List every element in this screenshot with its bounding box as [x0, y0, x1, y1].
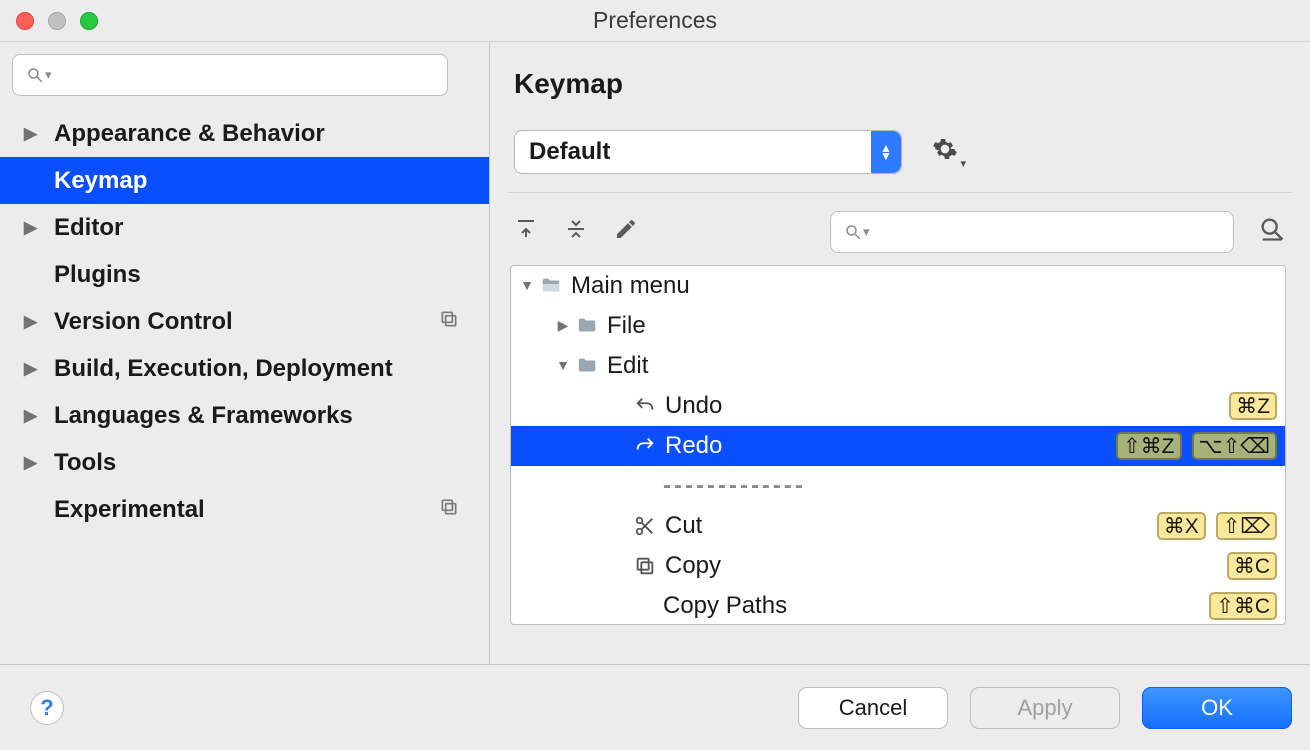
- page-title: Keymap: [514, 68, 1292, 100]
- copy-icon: [439, 308, 459, 336]
- tree-label: File: [607, 312, 646, 340]
- window-title: Preferences: [0, 7, 1310, 34]
- action-search-input[interactable]: [870, 219, 1223, 245]
- sidebar-item-build-execution-deployment[interactable]: ▶ Build, Execution, Deployment: [0, 345, 489, 392]
- sidebar-item-label: Tools: [54, 449, 116, 477]
- tree-row-redo[interactable]: Redo ⇧⌘Z ⌥⇧⌫: [511, 426, 1285, 466]
- tree-row-file[interactable]: File: [511, 306, 1285, 346]
- sidebar-item-tools[interactable]: ▶ Tools: [0, 439, 489, 486]
- scheme-actions-button[interactable]: ▾: [932, 136, 958, 168]
- copy-icon: [439, 496, 459, 524]
- search-icon: [841, 220, 865, 244]
- sidebar-item-label: Plugins: [54, 261, 141, 289]
- tree-label: Undo: [665, 392, 722, 420]
- sidebar-item-keymap[interactable]: ▶ Keymap: [0, 157, 489, 204]
- keymap-scheme-select[interactable]: Default ▲▼: [514, 130, 902, 174]
- cancel-button[interactable]: Cancel: [798, 687, 948, 729]
- copy-icon: [631, 555, 659, 577]
- undo-icon: [631, 395, 659, 417]
- minimize-window-button[interactable]: [48, 12, 66, 30]
- sidebar-item-label: Appearance & Behavior: [54, 120, 325, 148]
- keymap-tree[interactable]: Main menu File Edit: [510, 265, 1286, 625]
- ok-button[interactable]: OK: [1142, 687, 1292, 729]
- scissors-icon: [631, 515, 659, 537]
- pencil-icon: [614, 217, 638, 241]
- sidebar-search-input[interactable]: [52, 62, 437, 88]
- edit-shortcut-button[interactable]: [614, 217, 638, 247]
- select-arrows-icon: ▲▼: [871, 131, 901, 173]
- sidebar-item-plugins[interactable]: ▶ Plugins: [0, 251, 489, 298]
- chevron-right-icon: ▶: [24, 218, 42, 238]
- expand-all-icon: [514, 217, 538, 241]
- button-label: Apply: [1017, 695, 1072, 721]
- tree-row-edit[interactable]: Edit: [511, 346, 1285, 386]
- shortcut-badge: ⇧⌘C: [1209, 592, 1277, 620]
- shortcut-badge: ⇧⌘Z: [1116, 432, 1181, 460]
- apply-button[interactable]: Apply: [970, 687, 1120, 729]
- chevron-right-icon: ▶: [24, 359, 42, 379]
- close-window-button[interactable]: [16, 12, 34, 30]
- button-label: Cancel: [839, 695, 907, 721]
- tree-label: Copy Paths: [663, 592, 787, 620]
- dialog-footer: ? Cancel Apply OK: [0, 664, 1310, 750]
- chevron-down-icon: [517, 277, 537, 295]
- tree-row-copy[interactable]: Copy ⌘C: [511, 546, 1285, 586]
- sidebar-item-experimental[interactable]: ▶ Experimental: [0, 486, 489, 533]
- chevron-right-icon: ▶: [24, 124, 42, 144]
- action-search[interactable]: ▾: [830, 211, 1234, 253]
- redo-icon: [631, 435, 659, 457]
- chevron-right-icon: ▶: [24, 453, 42, 473]
- keymap-scheme-value: Default: [529, 138, 610, 166]
- help-button[interactable]: ?: [30, 691, 64, 725]
- tree-label: Redo: [665, 432, 722, 460]
- sidebar-item-label: Version Control: [54, 308, 233, 336]
- sidebar-item-label: Editor: [54, 214, 123, 242]
- tree-label: Copy: [665, 552, 721, 580]
- tree-row-cut[interactable]: Cut ⌘X ⇧⌦: [511, 506, 1285, 546]
- sidebar-item-label: Languages & Frameworks: [54, 402, 353, 430]
- folder-icon: [573, 315, 601, 337]
- tree-row-copy-paths[interactable]: Copy Paths ⇧⌘C: [511, 586, 1285, 625]
- main-pane: Keymap Default ▲▼ ▾: [490, 42, 1310, 664]
- sidebar-item-editor[interactable]: ▶ Editor: [0, 204, 489, 251]
- shortcut-badge: ⇧⌦: [1216, 512, 1277, 540]
- shortcut-badge: ⌘X: [1157, 512, 1206, 540]
- shortcut-badge: ⌘C: [1227, 552, 1277, 580]
- sidebar-search[interactable]: ▾: [12, 54, 448, 96]
- chevron-right-icon: ▶: [24, 406, 42, 426]
- zoom-window-button[interactable]: [80, 12, 98, 30]
- titlebar: Preferences: [0, 0, 1310, 42]
- sidebar: ▾ ▶ Appearance & Behavior ▶ Keymap ▶ Edi…: [0, 42, 490, 664]
- tree-label: Edit: [607, 352, 648, 380]
- folder-icon: [537, 275, 565, 297]
- sidebar-item-appearance-behavior[interactable]: ▶ Appearance & Behavior: [0, 110, 489, 157]
- tree-row-main-menu[interactable]: Main menu: [511, 266, 1285, 306]
- chevron-right-icon: ▶: [24, 312, 42, 332]
- find-by-shortcut-button[interactable]: [1258, 215, 1286, 249]
- expand-all-button[interactable]: [514, 217, 538, 247]
- collapse-all-icon: [564, 217, 588, 241]
- chevron-down-icon: [553, 357, 573, 375]
- shortcut-badge: ⌘Z: [1229, 392, 1277, 420]
- sidebar-item-label: Build, Execution, Deployment: [54, 355, 393, 383]
- shortcut-badge: ⌥⇧⌫: [1192, 432, 1278, 460]
- search-icon: [23, 63, 47, 87]
- find-shortcut-icon: [1258, 215, 1286, 243]
- tree-row-undo[interactable]: Undo ⌘Z: [511, 386, 1285, 426]
- sidebar-item-languages-frameworks[interactable]: ▶ Languages & Frameworks: [0, 392, 489, 439]
- tree-label: Cut: [665, 512, 702, 540]
- chevron-down-icon: ▾: [960, 157, 966, 170]
- separator-label: -------------: [663, 472, 806, 500]
- sidebar-item-label: Keymap: [54, 167, 147, 195]
- tree-row-separator: -------------: [511, 466, 1285, 506]
- sidebar-item-label: Experimental: [54, 496, 205, 524]
- button-label: OK: [1201, 695, 1233, 721]
- folder-icon: [573, 355, 601, 377]
- chevron-right-icon: [553, 317, 573, 335]
- collapse-all-button[interactable]: [564, 217, 588, 247]
- gear-icon: [932, 136, 958, 162]
- tree-label: Main menu: [571, 272, 690, 300]
- window-controls: [16, 12, 98, 30]
- sidebar-item-version-control[interactable]: ▶ Version Control: [0, 298, 489, 345]
